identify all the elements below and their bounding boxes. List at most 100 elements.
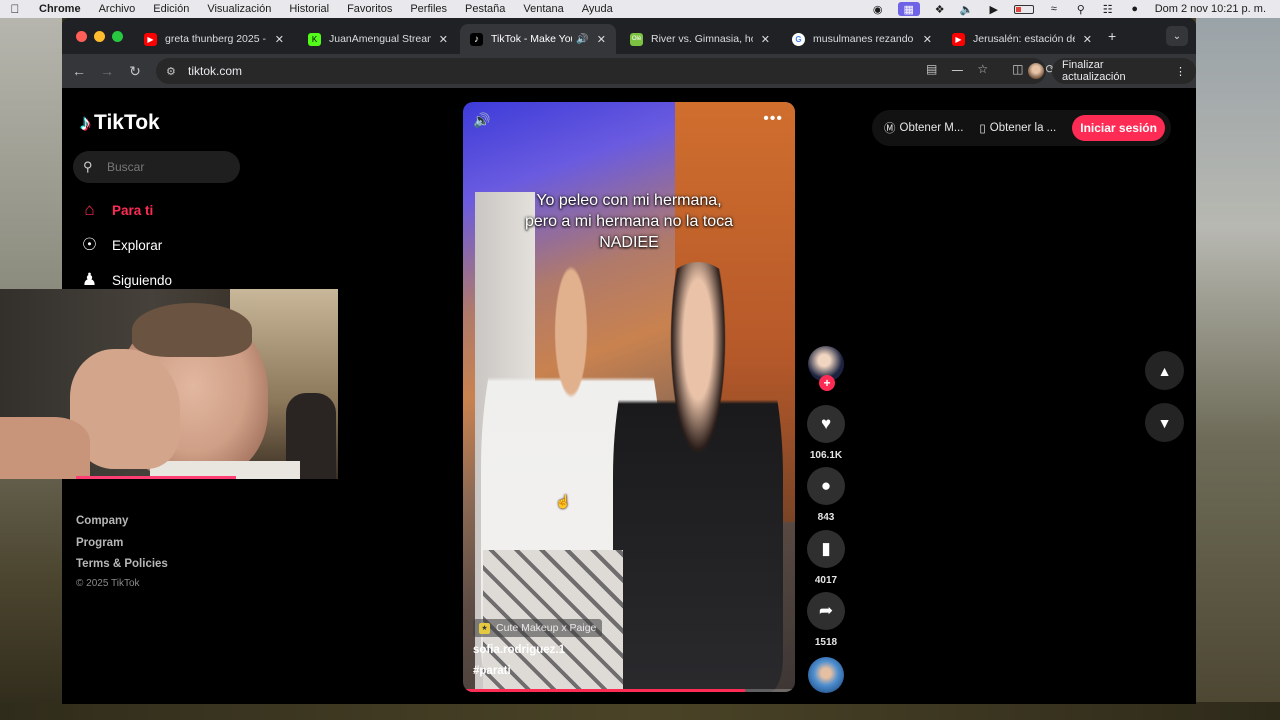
music-tag[interactable]: ★ Cute Makeup x Paige bbox=[473, 619, 603, 637]
tab-musulmanes[interactable]: G musulmanes rezando ✕ bbox=[782, 24, 942, 54]
tab-title: Jerusalén: estación de bbox=[973, 33, 1075, 45]
music-disc-icon[interactable] bbox=[808, 657, 844, 693]
more-options-icon[interactable]: ••• bbox=[763, 110, 783, 128]
zoom-window-button[interactable] bbox=[112, 31, 123, 42]
bookmark-star-icon[interactable]: ☆ bbox=[977, 62, 988, 79]
battery-icon[interactable] bbox=[1013, 4, 1034, 14]
site-info-icon[interactable]: ⚙ bbox=[166, 65, 182, 78]
control-center-icon[interactable]: ☷ bbox=[1101, 3, 1115, 16]
sidebar-item-siguiendo[interactable]: ♟ Siguiendo bbox=[80, 270, 172, 290]
menu-app[interactable]: Chrome bbox=[30, 3, 90, 15]
tab-title: JuanAmengual Stream bbox=[329, 33, 431, 45]
tab-title: greta thunberg 2025 - bbox=[165, 33, 266, 45]
menu-favoritos[interactable]: Favoritos bbox=[338, 3, 401, 15]
menu-visualizacion[interactable]: Visualización bbox=[198, 3, 280, 15]
get-app-label: Obtener la ... bbox=[989, 122, 1057, 134]
login-button[interactable]: Iniciar sesión bbox=[1072, 115, 1165, 141]
apple-icon[interactable]:  bbox=[0, 2, 30, 16]
comment-icon: ● bbox=[820, 476, 832, 495]
menu-historial[interactable]: Historial bbox=[280, 3, 338, 15]
video-hashtag[interactable]: #parati bbox=[473, 665, 511, 677]
install-app-icon[interactable]: ▤ bbox=[926, 62, 937, 79]
extensions-icon[interactable]: ◫ bbox=[1012, 62, 1023, 79]
close-icon[interactable]: ✕ bbox=[923, 33, 932, 46]
wallpaper-bottom bbox=[0, 702, 1280, 720]
footer-company-link[interactable]: Company bbox=[76, 515, 128, 527]
like-button[interactable]: ♥ bbox=[807, 405, 845, 443]
google-icon: G bbox=[792, 32, 805, 46]
search-input[interactable]: ⚲ Buscar bbox=[73, 151, 240, 183]
copyright-text: © 2025 TikTok bbox=[76, 578, 140, 589]
menu-ventana[interactable]: Ventana bbox=[514, 3, 572, 15]
new-tab-button[interactable]: + bbox=[1108, 28, 1116, 44]
youtube-icon: ▶ bbox=[952, 32, 965, 46]
footer-terms-link[interactable]: Terms & Policies bbox=[76, 558, 168, 570]
logo-text: TikTok bbox=[94, 111, 160, 134]
background-window[interactable] bbox=[1196, 18, 1280, 720]
volume-icon[interactable]: 🔈 bbox=[960, 3, 974, 16]
menu-ayuda[interactable]: Ayuda bbox=[573, 3, 622, 15]
comment-button[interactable]: ● bbox=[807, 467, 845, 505]
siri-icon[interactable]: ● bbox=[1128, 3, 1142, 15]
get-app-button[interactable]: ▯ Obtener la ... bbox=[979, 121, 1056, 135]
webcam-hair bbox=[132, 303, 252, 357]
url-text[interactable]: tiktok.com bbox=[188, 64, 242, 78]
finish-update-button[interactable]: Finalizar actualización ⋮ bbox=[1052, 58, 1196, 84]
sidebar-item-para-ti[interactable]: ⌂ Para ti bbox=[80, 200, 153, 220]
sidebar-item-explorar[interactable]: ☉ Explorar bbox=[80, 235, 162, 255]
share-arrow-icon: ➦ bbox=[818, 601, 834, 620]
dropbox-icon[interactable]: ❖ bbox=[933, 3, 947, 16]
menu-perfiles[interactable]: Perfiles bbox=[401, 3, 456, 15]
close-icon[interactable]: ✕ bbox=[1083, 33, 1092, 46]
address-bar[interactable]: ⚙ tiktok.com bbox=[156, 58, 1046, 84]
menu-archivo[interactable]: Archivo bbox=[90, 3, 145, 15]
spotlight-icon[interactable]: ⚲ bbox=[1074, 3, 1088, 16]
tab-river[interactable]: Olé River vs. Gimnasia, hoy ✕ bbox=[620, 24, 780, 54]
webcam-arm bbox=[0, 417, 90, 479]
back-button[interactable]: ← bbox=[65, 63, 93, 79]
next-video-button[interactable]: ▼ bbox=[1145, 403, 1184, 442]
close-icon[interactable]: ✕ bbox=[275, 33, 284, 46]
video-player[interactable]: Yo peleo con mi hermana, pero a mi herma… bbox=[463, 102, 795, 692]
save-button[interactable]: ▮ bbox=[807, 530, 845, 568]
forward-button[interactable]: → bbox=[93, 63, 121, 79]
kick-icon: K bbox=[308, 32, 321, 46]
close-window-button[interactable] bbox=[76, 31, 87, 42]
caption-line: Yo peleo con mi hermana, bbox=[536, 192, 722, 209]
video-progress-bar[interactable] bbox=[463, 689, 795, 692]
window-controls bbox=[76, 31, 123, 42]
tab-greta[interactable]: ▶ greta thunberg 2025 - ✕ bbox=[134, 24, 294, 54]
previous-video-button[interactable]: ▲ bbox=[1145, 351, 1184, 390]
close-icon[interactable]: ✕ bbox=[439, 33, 448, 46]
video-person bbox=[613, 262, 783, 692]
screen-share-icon[interactable]: ▦ bbox=[897, 2, 920, 16]
profile-avatar[interactable] bbox=[1028, 63, 1044, 79]
obs-icon[interactable]: ◉ bbox=[871, 3, 885, 16]
menu-edicion[interactable]: Edición bbox=[144, 3, 198, 15]
video-author[interactable]: sofia.rodriguez.1 bbox=[473, 644, 565, 656]
tiktok-icon: ♪ bbox=[470, 32, 483, 46]
tiktok-logo[interactable]: ♪ TikTok bbox=[80, 110, 160, 136]
share-button[interactable]: ➦ bbox=[807, 592, 845, 630]
close-icon[interactable]: ✕ bbox=[597, 33, 606, 46]
tab-jerusalen[interactable]: ▶ Jerusalén: estación de ✕ bbox=[942, 24, 1102, 54]
get-coins-label: Obtener M... bbox=[899, 122, 964, 134]
tab-search-button[interactable]: ⌄ bbox=[1166, 26, 1188, 46]
tab-title: musulmanes rezando bbox=[813, 33, 914, 45]
footer-program-link[interactable]: Program bbox=[76, 537, 123, 549]
wifi-icon[interactable]: ≈ bbox=[1047, 3, 1061, 15]
menu-pestana[interactable]: Pestaña bbox=[456, 3, 514, 15]
translate-icon[interactable]: 一 bbox=[951, 62, 963, 79]
tab-audio-icon[interactable]: 🔊 bbox=[576, 34, 588, 45]
follow-plus-icon[interactable]: + bbox=[819, 375, 835, 391]
play-icon[interactable]: ▶ bbox=[987, 3, 1001, 16]
tab-juanamengual[interactable]: K JuanAmengual Stream ✕ bbox=[298, 24, 458, 54]
tab-tiktok[interactable]: ♪ TikTok - Make Your 🔊 ✕ bbox=[460, 24, 616, 54]
menubar-clock[interactable]: Dom 2 nov 10:21 p. m. bbox=[1155, 3, 1266, 15]
get-coins-button[interactable]: Ⓜ Obtener M... bbox=[884, 120, 963, 136]
close-icon[interactable]: ✕ bbox=[761, 33, 770, 46]
volume-icon[interactable]: 🔊 bbox=[473, 112, 490, 129]
minimize-window-button[interactable] bbox=[94, 31, 105, 42]
reload-button[interactable]: ↻ bbox=[121, 63, 149, 80]
tab-strip: ▶ greta thunberg 2025 - ✕ K JuanAmengual… bbox=[62, 18, 1196, 54]
